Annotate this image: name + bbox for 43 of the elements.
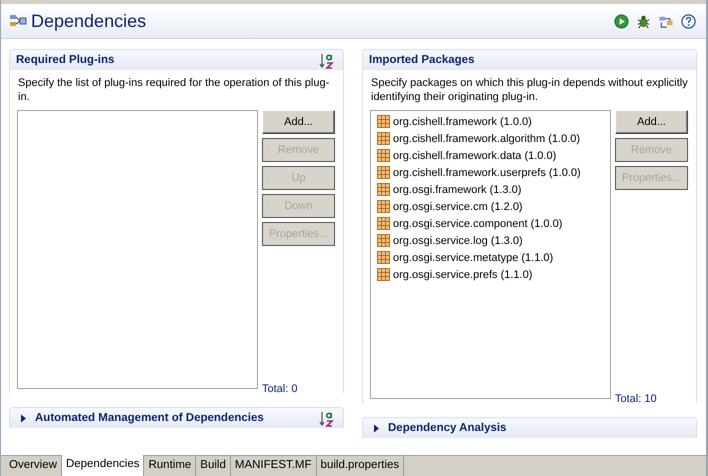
package-icon (377, 115, 390, 128)
package-icon (377, 234, 390, 247)
package-icon (377, 183, 390, 196)
expand-icon[interactable] (373, 424, 380, 432)
list-item[interactable]: org.cishell.framework.algorithm (1.0.0) (393, 132, 580, 144)
editor-tab[interactable]: Build (196, 456, 231, 476)
total-count: Total: 10 (615, 393, 658, 405)
sort-icon[interactable] (319, 52, 335, 70)
package-icon (377, 268, 390, 281)
bug-icon[interactable] (636, 14, 651, 28)
list-item[interactable]: org.osgi.service.cm (1.2.0) (393, 200, 523, 212)
action-button[interactable]: Add... (615, 110, 688, 134)
expand-icon[interactable] (20, 414, 27, 422)
editor-tab[interactable]: Dependencies (62, 455, 144, 476)
section-title[interactable]: Required Plug-ins (16, 54, 114, 66)
list-item[interactable]: org.osgi.service.component (1.0.0) (393, 218, 562, 230)
package-icon (377, 132, 390, 145)
action-button[interactable]: Add... (262, 110, 335, 134)
list-item[interactable]: org.osgi.service.log (1.3.0) (393, 234, 523, 246)
package-icon (377, 251, 390, 264)
total-count: Total: 0 (262, 383, 298, 395)
list-item[interactable]: org.cishell.framework.data (1.0.0) (393, 150, 556, 162)
package-icon (377, 149, 390, 162)
editor-title: Dependencies (31, 10, 146, 32)
editor-tab[interactable]: build.properties (316, 456, 404, 476)
run-icon[interactable] (614, 14, 629, 28)
section-description: Specify packages on which this plug-in depends without explicitly identifying their originating plug-in. (370, 76, 689, 105)
editor-tab[interactable]: Runtime (144, 456, 196, 476)
editor-tab[interactable]: MANIFEST.MF (230, 456, 317, 476)
help-icon[interactable] (681, 14, 696, 28)
section-title[interactable]: Imported Packages (369, 54, 474, 66)
section-description: Specify the list of plug-ins required for the operation of this plug-in. (17, 76, 330, 105)
list-item[interactable]: org.cishell.framework.userprefs (1.0.0) (393, 166, 581, 178)
list-box[interactable] (370, 110, 611, 399)
package-icon (377, 200, 390, 213)
package-icon (377, 217, 390, 230)
sort-icon[interactable] (319, 410, 335, 428)
list-item[interactable]: org.osgi.service.metatype (1.1.0) (393, 252, 554, 264)
package-icon (377, 166, 390, 179)
list-item[interactable]: org.cishell.framework (1.0.0) (393, 116, 532, 128)
list-item[interactable]: org.osgi.framework (1.3.0) (393, 184, 522, 196)
plugin-dependencies-icon (9, 13, 27, 29)
list-item[interactable]: org.osgi.service.prefs (1.1.0) (393, 268, 532, 280)
